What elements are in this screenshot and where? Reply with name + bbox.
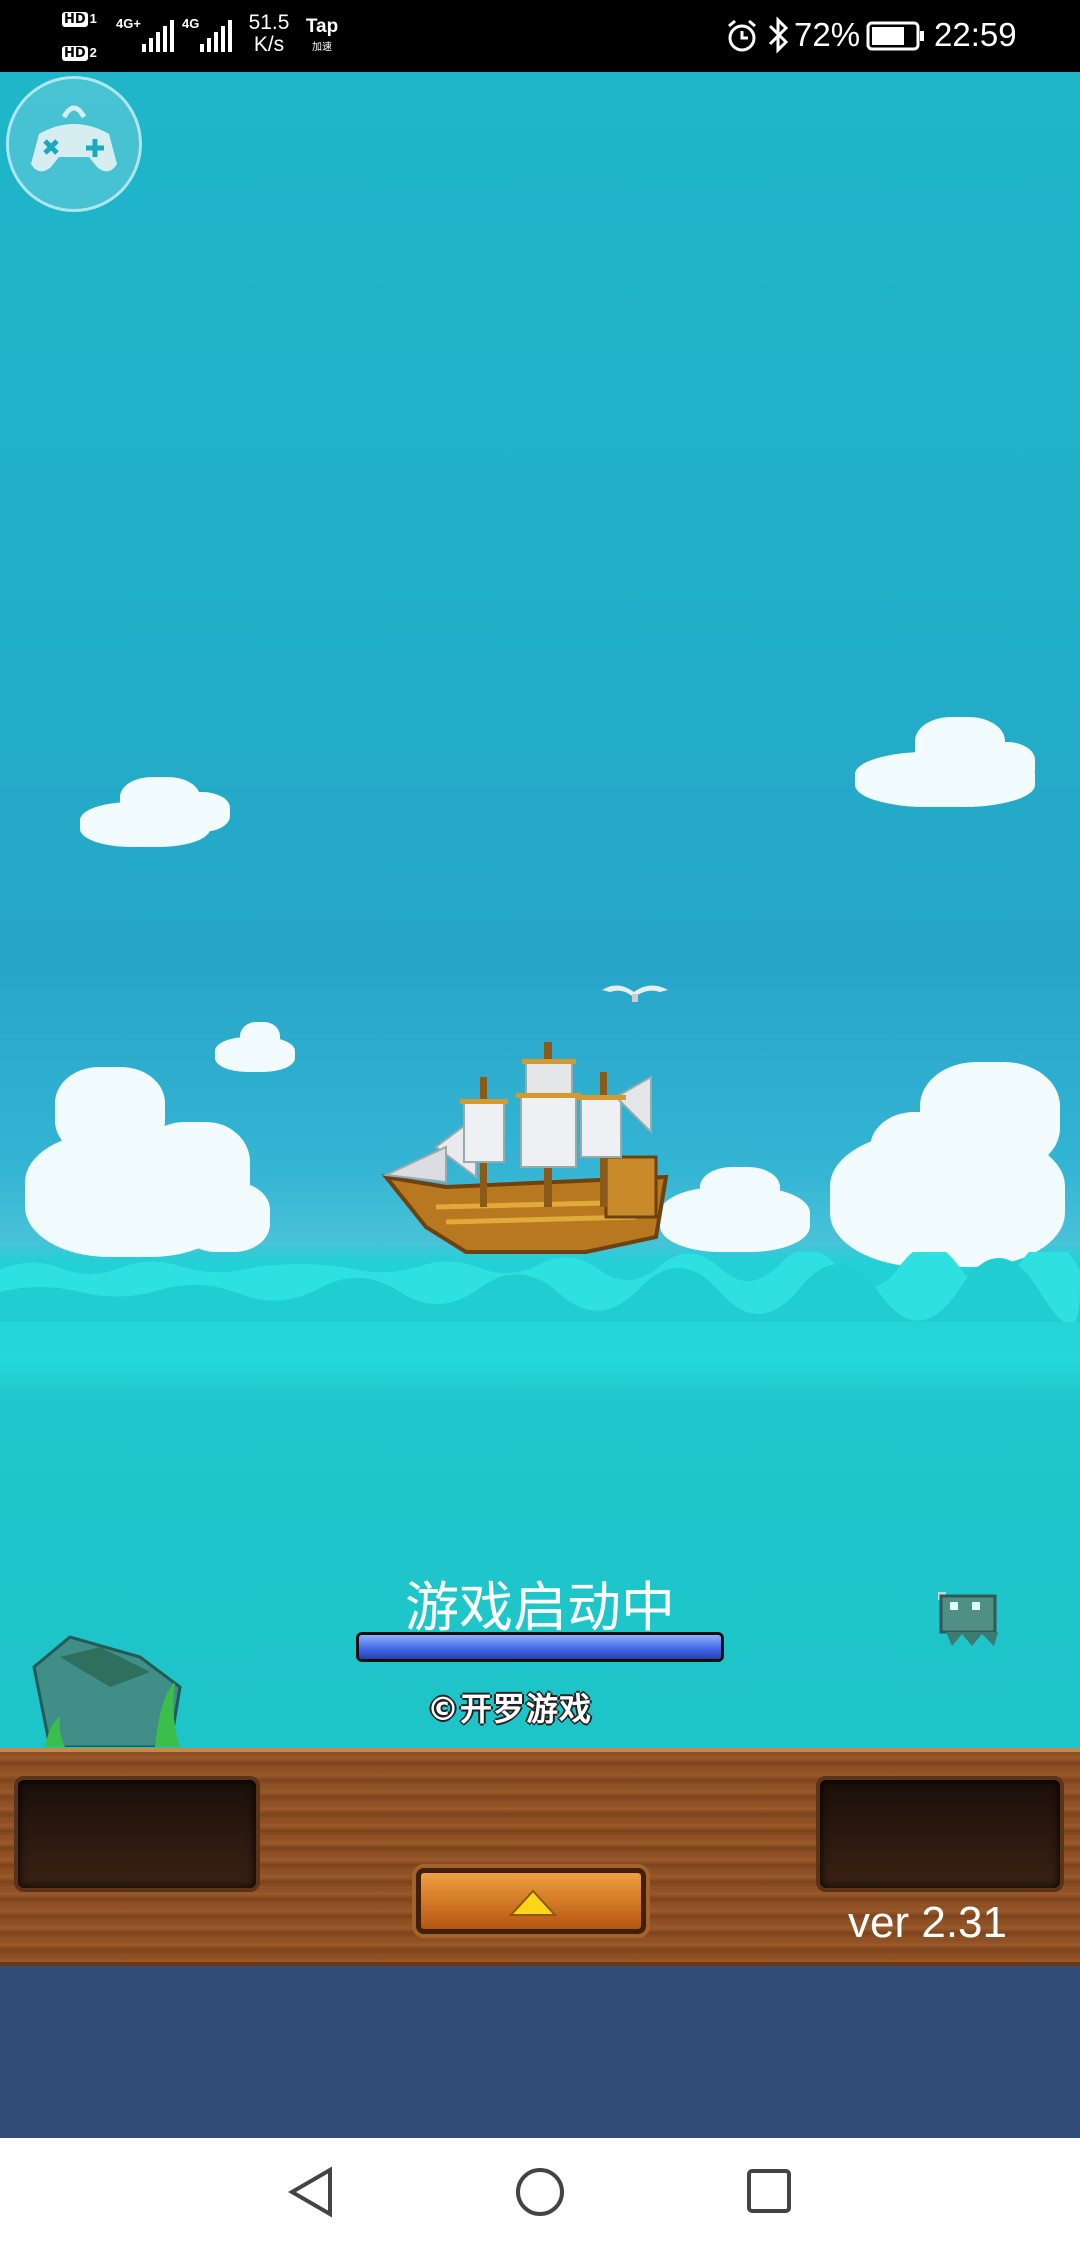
left-slot[interactable] [14, 1776, 260, 1892]
network-speed: 51.5 K/s [248, 11, 290, 56]
seagull-icon [602, 985, 668, 1002]
battery-icon [866, 21, 924, 51]
recents-icon[interactable] [746, 2168, 792, 2214]
expand-menu-button[interactable] [416, 1868, 646, 1934]
right-slot[interactable] [816, 1776, 1064, 1892]
alarm-icon [728, 19, 756, 52]
version-label: ver 2.31 [848, 1898, 1007, 1947]
home-icon[interactable] [514, 2166, 566, 2218]
tap-badge: Tap 加速 [305, 16, 339, 53]
rock-decoration [32, 1635, 182, 1747]
loading-progress-fill [359, 1635, 721, 1659]
loading-progress-bar [356, 1632, 724, 1662]
sim1-badge: HD 1 [62, 11, 97, 27]
sim2-badge: HD 2 [62, 45, 97, 61]
clock: 22:59 [934, 16, 1017, 53]
back-icon[interactable] [286, 2166, 336, 2218]
game-scene[interactable] [0, 72, 1080, 1748]
navigation-bar [0, 2138, 1080, 2244]
gamepad-overlay-button[interactable] [6, 76, 142, 212]
bottom-banner-area [0, 1966, 1080, 2138]
battery-percent: 72% [794, 16, 861, 53]
triangle-up-icon [508, 1889, 558, 1916]
gamepad-icon [31, 105, 117, 172]
loading-text: 游戏启动中 [405, 1576, 675, 1639]
status-bar: HD 1 HD 2 4G+ 4G 51.5 K/s Tap 加速 72% 22:… [0, 0, 1080, 72]
bluetooth-icon [768, 16, 789, 54]
copyright-label: ©开罗游戏 [427, 1690, 593, 1728]
sailing-ship [381, 1042, 669, 1254]
